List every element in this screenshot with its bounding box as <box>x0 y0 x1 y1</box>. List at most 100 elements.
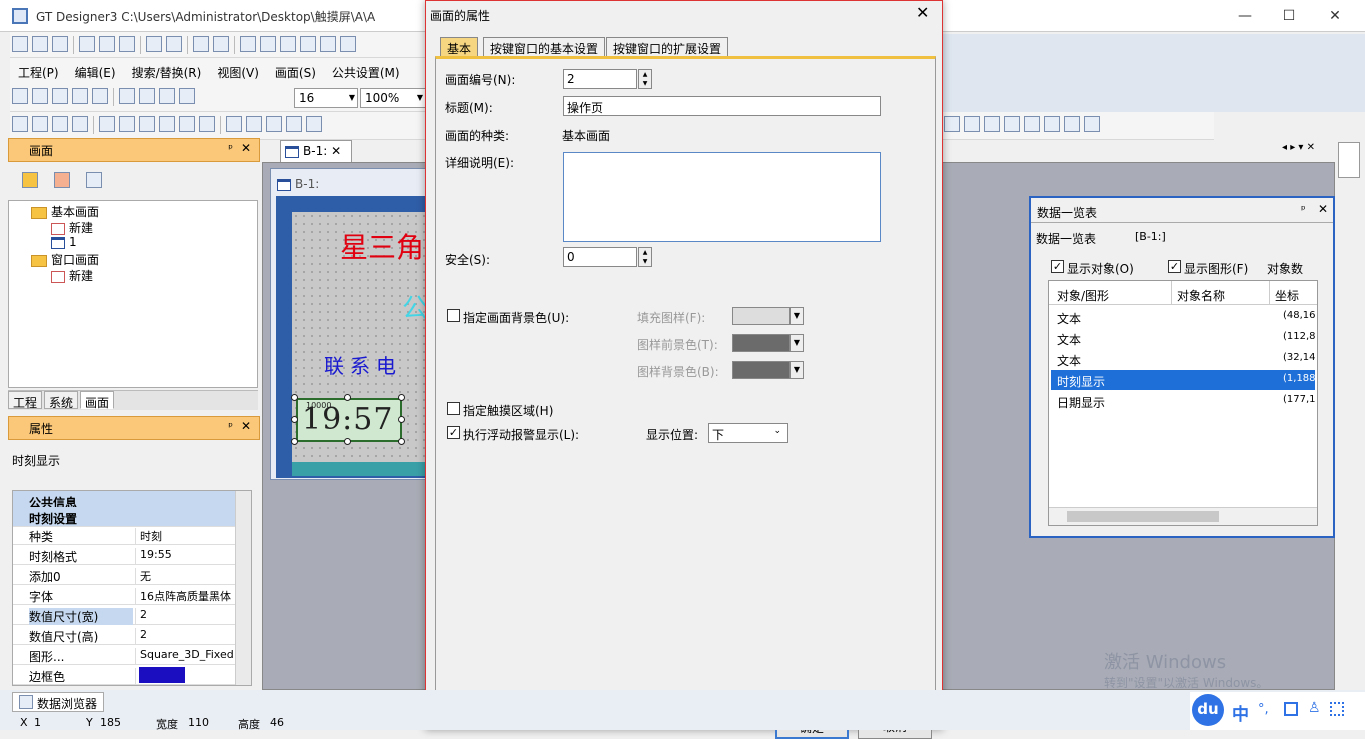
minimize-button[interactable]: — <box>1222 4 1268 28</box>
side-panel-icon[interactable] <box>1338 142 1360 178</box>
col-object[interactable]: 对象/图形 <box>1057 287 1109 304</box>
open-screen-icon[interactable] <box>22 172 38 188</box>
screen-icon[interactable] <box>240 36 256 52</box>
security-spinner[interactable]: ▲ ▼ <box>638 247 652 267</box>
font-size-combo[interactable]: 16 ▼ <box>294 88 358 108</box>
numeric-icon[interactable] <box>944 116 960 132</box>
menu-view[interactable]: 视图(V) <box>209 58 267 81</box>
ime-lang-toggle[interactable]: 中 <box>1232 700 1249 725</box>
fg-color-select[interactable] <box>732 334 790 352</box>
width-field[interactable]: 110 <box>188 716 209 729</box>
tab-project[interactable]: 工程 <box>8 391 43 410</box>
ascii-icon[interactable] <box>964 116 980 132</box>
order-back-icon[interactable] <box>72 116 88 132</box>
prop-scrollbar[interactable] <box>235 491 251 685</box>
bg-color-checkbox[interactable] <box>447 309 460 322</box>
text-object-blue[interactable]: 联系电 <box>324 350 402 379</box>
text-icon[interactable] <box>306 116 322 132</box>
position-select[interactable]: 下 ⌄ <box>708 423 788 443</box>
parts-icon[interactable] <box>1084 116 1100 132</box>
image-icon[interactable] <box>340 36 356 52</box>
rotate-right-icon[interactable] <box>159 116 175 132</box>
rect-icon[interactable] <box>139 88 155 104</box>
prop-row[interactable]: 数值尺寸(高) 2 <box>13 625 235 645</box>
forward-icon[interactable] <box>72 88 88 104</box>
detail-textarea[interactable] <box>563 152 881 242</box>
prop-row[interactable]: 种类 时刻 <box>13 525 235 545</box>
lamp-icon[interactable] <box>266 116 282 132</box>
window-icon[interactable] <box>260 36 276 52</box>
bgc-color-select[interactable] <box>732 361 790 379</box>
menu-search[interactable]: 搜索/替换(R) <box>124 58 210 81</box>
alarm-icon[interactable] <box>1024 116 1040 132</box>
tree-window-new[interactable]: 新建 <box>51 267 93 284</box>
tree-base-new[interactable]: 新建 <box>51 219 93 236</box>
help-icon[interactable] <box>213 36 229 52</box>
tab-key-window-basic[interactable]: 按键窗口的基本设置 <box>483 37 606 57</box>
copy-icon[interactable] <box>99 36 115 52</box>
move-icon[interactable] <box>12 88 28 104</box>
maximize-button[interactable]: ☐ <box>1266 4 1312 28</box>
close-window-button[interactable]: ✕ <box>1312 4 1358 28</box>
y-field[interactable]: 185 <box>100 716 121 729</box>
tab-basic[interactable]: 基本 <box>440 37 479 57</box>
ime-menu-icon[interactable] <box>1330 702 1344 716</box>
document-tab[interactable]: B-1: ✕ <box>280 140 352 162</box>
ime-user-icon[interactable]: ♙ <box>1308 700 1321 716</box>
switch-icon[interactable] <box>286 116 302 132</box>
fill-color-icon[interactable] <box>159 88 175 104</box>
col-coord[interactable]: 坐标 <box>1275 287 1299 304</box>
save-icon[interactable] <box>52 36 68 52</box>
table-row[interactable]: 文本 (112,8 <box>1051 328 1316 348</box>
x-field[interactable]: 1 <box>34 716 41 729</box>
rotate-icon[interactable] <box>179 116 195 132</box>
group-icon[interactable] <box>32 116 48 132</box>
pin-icon[interactable]: ᵖ <box>228 142 233 155</box>
prop-row[interactable]: 边框色 <box>13 665 235 685</box>
close-panel-icon[interactable]: ✕ <box>1318 202 1328 216</box>
table-row[interactable]: 文本 (48,16 <box>1051 307 1316 327</box>
prop-row[interactable]: 数值尺寸(宽) 2 <box>13 605 235 625</box>
tree-window-screen[interactable]: 窗口画面 <box>31 251 99 268</box>
screen-switch-icon[interactable] <box>32 88 48 104</box>
comment-icon[interactable] <box>1004 116 1020 132</box>
prop-row[interactable]: 添加0 无 <box>13 565 235 585</box>
layer-icon[interactable] <box>226 116 242 132</box>
tree-base-screen[interactable]: 基本画面 <box>31 203 99 220</box>
height-field[interactable]: 46 <box>270 716 284 729</box>
tab-key-window-ext[interactable]: 按键窗口的扩展设置 <box>606 37 729 57</box>
close-panel-icon[interactable]: ✕ <box>241 419 251 433</box>
fg-color-dropdown[interactable]: ▼ <box>790 334 804 352</box>
pattern-icon[interactable] <box>119 88 135 104</box>
resize-handle[interactable] <box>398 416 405 423</box>
order-front-icon[interactable] <box>52 116 68 132</box>
pin-icon[interactable]: ᵖ <box>1301 203 1306 216</box>
prop-row[interactable]: 图形... Square_3D_Fixed <box>13 645 235 665</box>
ime-logo-icon[interactable]: du <box>1192 694 1224 726</box>
table-row[interactable]: 时刻显示 (1,188 <box>1051 370 1316 390</box>
menu-project[interactable]: 工程(P) <box>10 58 67 81</box>
title-input[interactable]: 操作页 <box>563 96 881 116</box>
flip-v-icon[interactable] <box>119 116 135 132</box>
resize-handle[interactable] <box>291 394 298 401</box>
close-panel-icon[interactable]: ✕ <box>241 141 251 155</box>
redo-icon[interactable] <box>166 36 182 52</box>
touch-area-checkbox[interactable] <box>447 402 460 415</box>
screen-property-icon[interactable] <box>85 172 102 188</box>
paste-icon[interactable] <box>119 36 135 52</box>
prop-row[interactable]: 字体 16点阵高质量黑体 <box>13 585 235 605</box>
tab-system[interactable]: 系统 <box>44 391 79 410</box>
screen-no-spinner[interactable]: ▲ ▼ <box>638 69 652 89</box>
calendar-icon[interactable] <box>984 116 1000 132</box>
screen-prop-icon[interactable] <box>280 36 296 52</box>
dialog-close-button[interactable]: ✕ <box>916 3 929 22</box>
cut-icon[interactable] <box>79 36 95 52</box>
prop-row[interactable]: 时刻格式 19:55 <box>13 545 235 565</box>
resize-handle[interactable] <box>344 394 351 401</box>
bgc-color-dropdown[interactable]: ▼ <box>790 361 804 379</box>
show-figures-checkbox[interactable]: ✓ <box>1168 260 1181 273</box>
security-input[interactable]: 0 <box>563 247 637 267</box>
menu-common[interactable]: 公共设置(M) <box>324 58 408 81</box>
highlight-icon[interactable] <box>92 88 108 104</box>
tab-scroll-arrows[interactable]: ◂ ▸ ▾ ✕ <box>1282 142 1315 153</box>
